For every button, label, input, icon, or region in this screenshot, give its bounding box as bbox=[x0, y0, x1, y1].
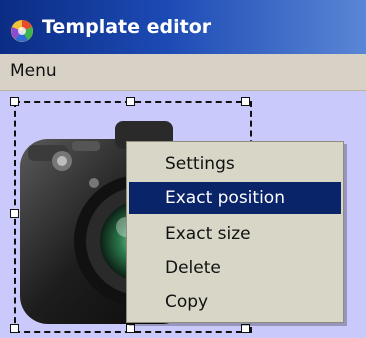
context-menu-delete[interactable]: Delete bbox=[129, 252, 341, 284]
titlebar: Template editor bbox=[0, 0, 366, 54]
menubar: Menu bbox=[0, 54, 366, 91]
window-title: Template editor bbox=[42, 16, 212, 38]
context-menu-exact-position[interactable]: Exact position bbox=[129, 182, 341, 214]
context-menu-exact-size[interactable]: Exact size bbox=[129, 218, 341, 250]
menu-item-menu[interactable]: Menu bbox=[10, 61, 57, 81]
template-editor-window: Template editor Menu Settings Exact posi… bbox=[0, 0, 366, 338]
context-menu-settings[interactable]: Settings bbox=[129, 148, 341, 180]
color-wheel-icon bbox=[11, 20, 33, 42]
context-menu: Settings Exact position Exact size Delet… bbox=[126, 141, 344, 323]
context-menu-copy[interactable]: Copy bbox=[129, 286, 341, 318]
